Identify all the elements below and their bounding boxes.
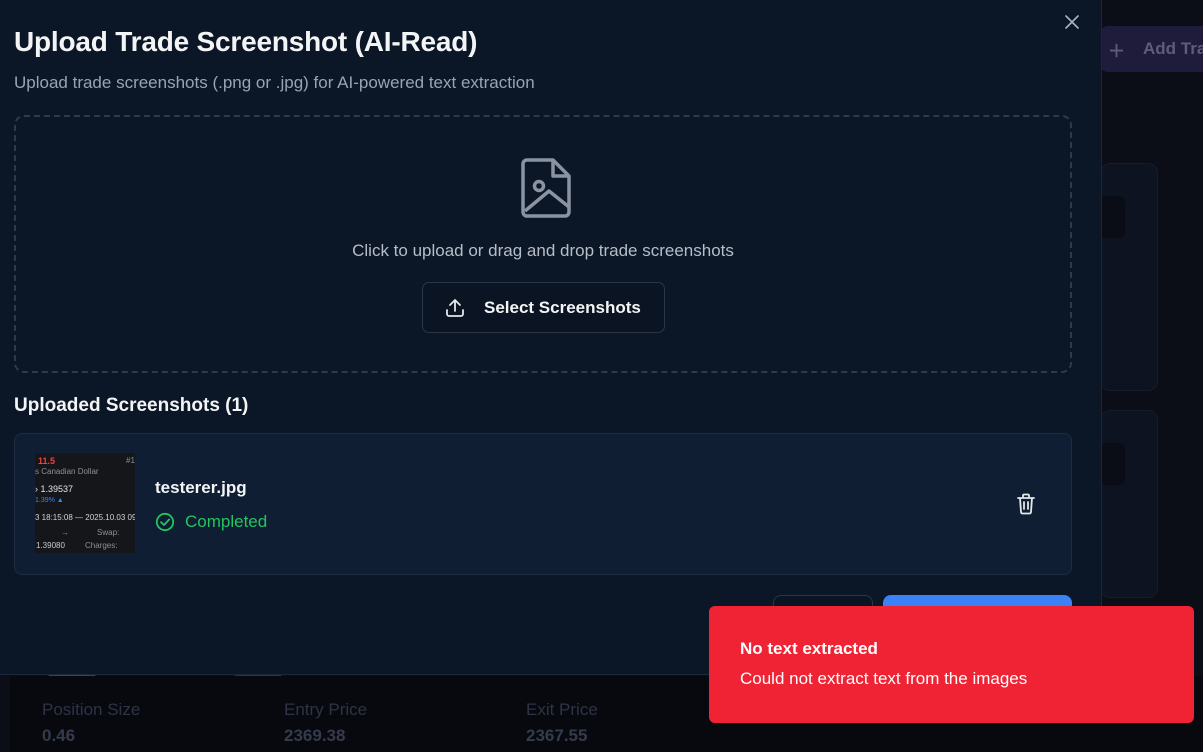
modal-subtitle: Upload trade screenshots (.png or .jpg) … <box>14 73 535 92</box>
uploaded-screenshots-heading: Uploaded Screenshots (1) <box>14 395 249 416</box>
image-file-icon <box>521 158 571 218</box>
screenshot-thumbnail: 11.5 s Canadian Dollar #1 › 1.39537 1.39… <box>35 453 135 553</box>
uploaded-file-item: 11.5 s Canadian Dollar #1 › 1.39537 1.39… <box>14 433 1072 575</box>
stat-position-size: Position Size 0.46 <box>42 700 141 745</box>
stat-entry-price: Entry Price 2369.38 <box>284 700 368 745</box>
stat-exit-price: Exit Price 2367.55 <box>526 700 598 745</box>
upload-icon <box>446 298 464 317</box>
modal-title: Upload Trade Screenshot (AI-Read) <box>14 26 478 57</box>
toast-message: Could not extract text from the images <box>740 669 1028 688</box>
add-trade-label: Add Tra <box>1143 39 1203 58</box>
file-name: testerer.jpg <box>155 478 247 497</box>
upload-status-text: Completed <box>185 512 268 531</box>
close-button[interactable] <box>1061 11 1083 33</box>
background-trade-card <box>1100 410 1158 598</box>
upload-dropzone[interactable]: Click to upload or drag and drop trade s… <box>14 115 1072 373</box>
background-trade-card <box>1100 163 1158 391</box>
dropzone-instructions: Click to upload or drag and drop trade s… <box>352 241 734 260</box>
plus-icon: ＋ <box>1108 41 1125 61</box>
add-trade-button[interactable]: ＋ Add Tra <box>1100 26 1203 72</box>
trash-icon[interactable] <box>1015 492 1037 516</box>
upload-status: Completed <box>155 512 267 532</box>
error-toast[interactable]: No text extracted Could not extract text… <box>709 606 1194 723</box>
upload-screenshot-modal: Upload Trade Screenshot (AI-Read) Upload… <box>0 0 1102 675</box>
select-screenshots-button[interactable]: Select Screenshots <box>422 282 665 333</box>
select-screenshots-label: Select Screenshots <box>484 297 641 317</box>
check-circle-icon <box>155 512 175 532</box>
close-icon <box>1065 15 1079 29</box>
toast-title: No text extracted <box>740 639 878 658</box>
